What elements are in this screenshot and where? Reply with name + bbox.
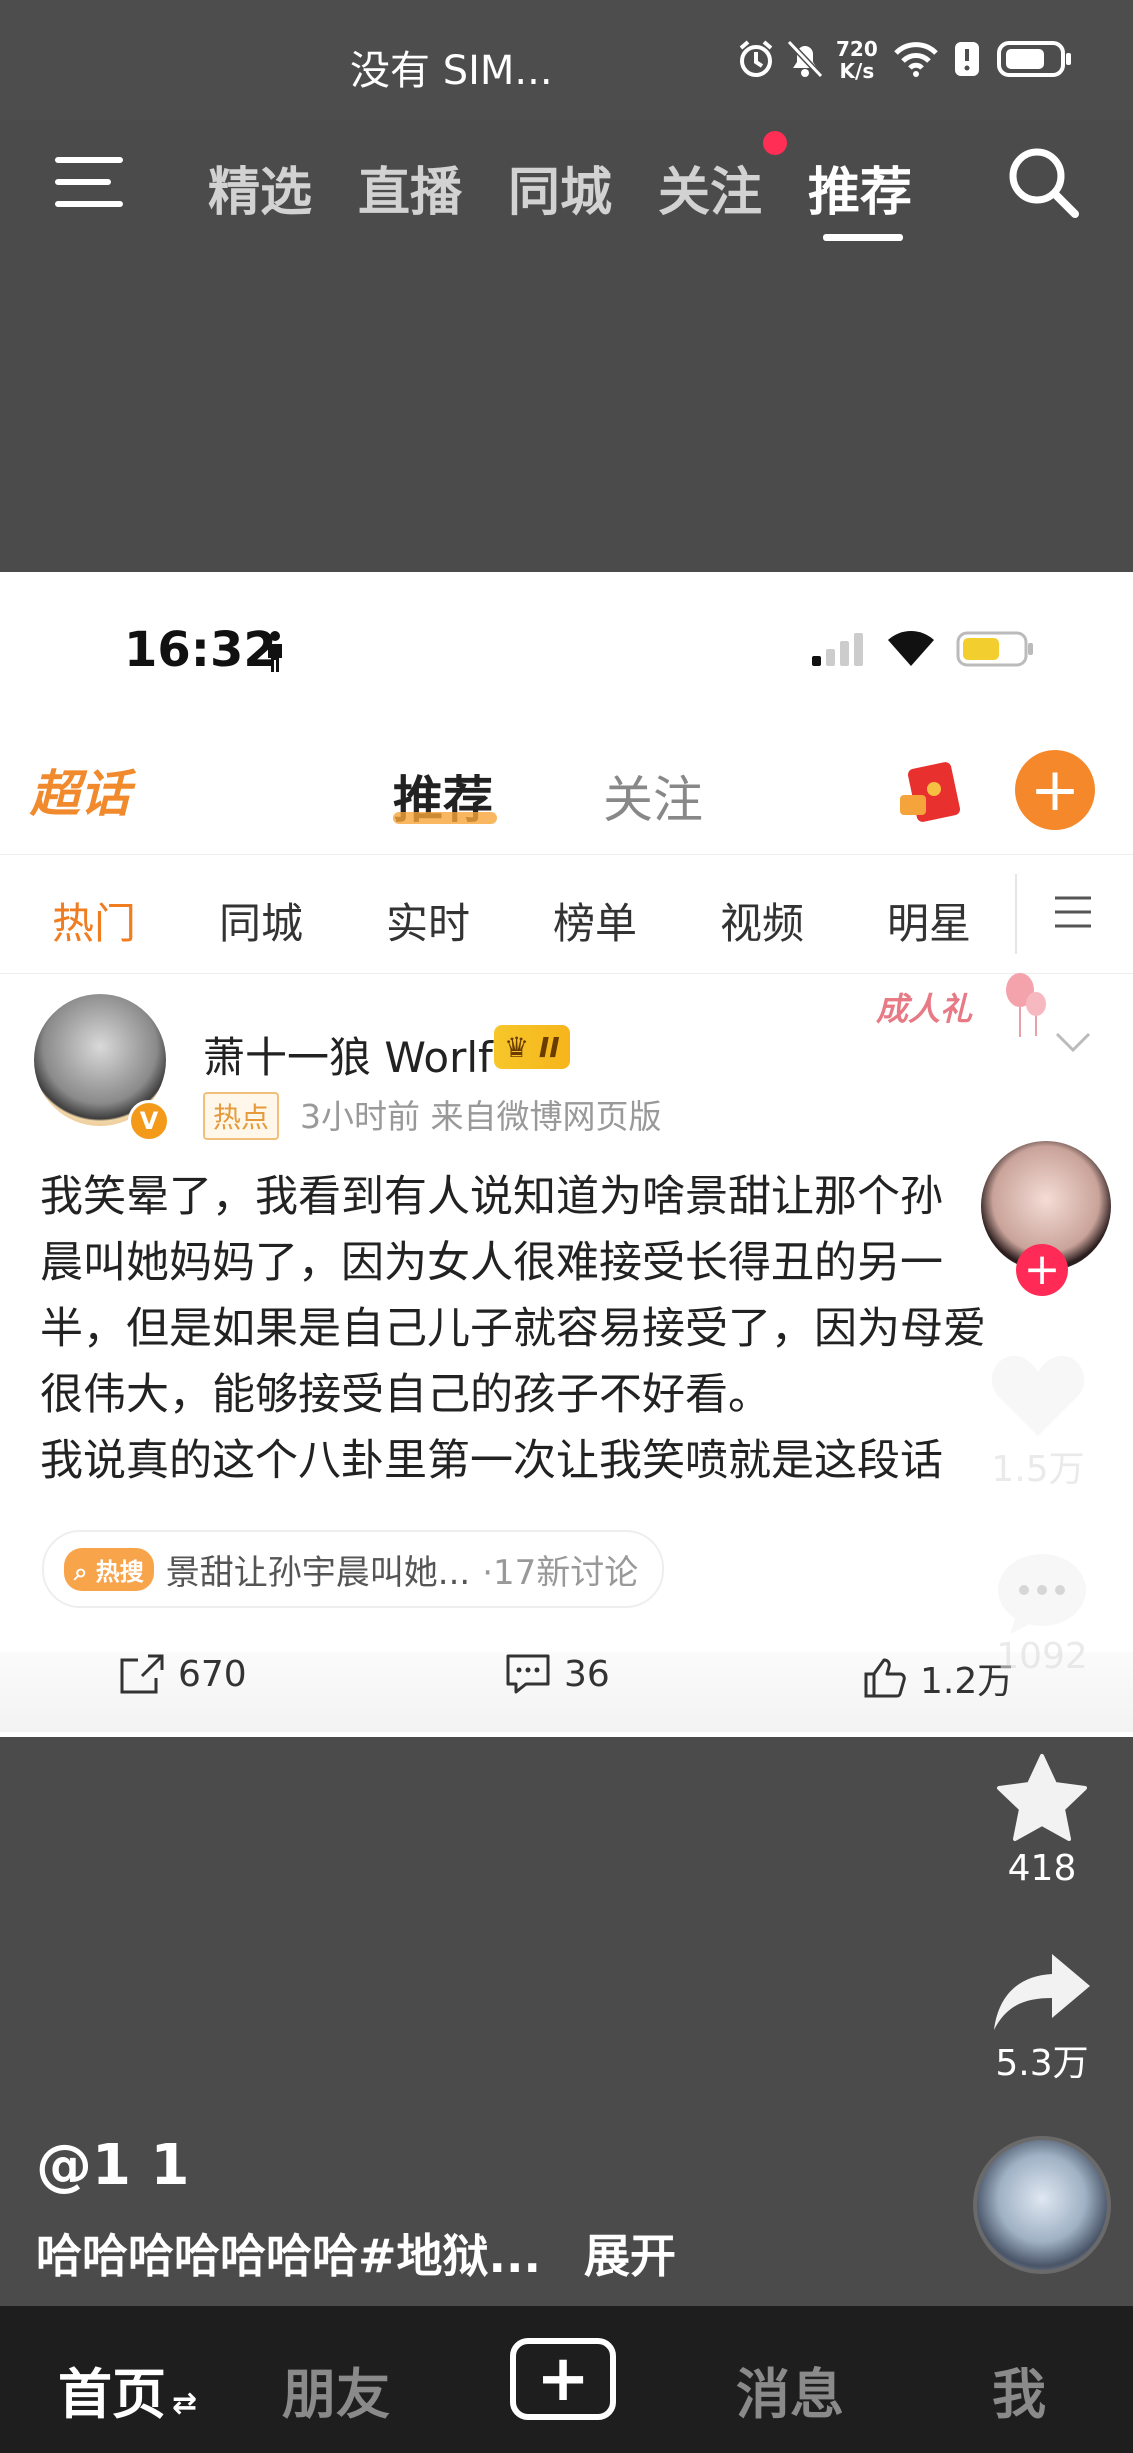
post-line: 半，但是如果是自己儿子就容易接受了，因为母爱 xyxy=(40,1304,986,1354)
post-line: 很伟大，能够接受自己的孩子不好看。 xyxy=(40,1370,771,1420)
trending-topic-pill[interactable]: ⌕ 热搜 景甜让孙宇晨叫她... ·17新讨论 xyxy=(42,1530,665,1608)
network-speed: 720 K/s xyxy=(836,38,878,82)
thumbs-up-icon xyxy=(864,1658,906,1698)
favorite-action[interactable]: 418 xyxy=(992,1752,1092,1889)
topic-title: 景甜让孙宇晨叫她... xyxy=(165,1552,471,1593)
repost-button[interactable]: 670 xyxy=(118,1652,247,1696)
wifi-icon xyxy=(892,32,940,86)
tab-follow[interactable]: 关注 xyxy=(603,760,703,832)
post-meta: 3小时前 来自微博网页版 xyxy=(300,1097,662,1136)
video-caption: 哈哈哈哈哈哈哈#地狱... xyxy=(36,2229,541,2283)
nav-home[interactable]: 首页 ⇄ xyxy=(58,2350,197,2429)
comment-bubble-icon xyxy=(998,1554,1086,1634)
like-button[interactable]: 1.2万 xyxy=(862,1652,1013,1704)
post-line: 晨叫她妈妈了，因为女人很难接受长得丑的另一 xyxy=(40,1238,943,1288)
chaohua-logo[interactable]: 超话 xyxy=(30,754,130,826)
category-video[interactable]: 视频 xyxy=(720,890,804,951)
person-icon xyxy=(264,630,286,678)
category-hot[interactable]: 热门 xyxy=(52,890,136,951)
balloon-icon xyxy=(1000,970,1050,1044)
embedded-screenshot: 16:32 超话 推荐 关注 + 热门 同城 实时 榜单 视频 明星 V 萧十一… xyxy=(0,572,1133,1737)
post-line: 我笑晕了，我看到有人说知道为啥景甜让那个孙 xyxy=(40,1172,943,1222)
topic-discussion-count: ·17新讨论 xyxy=(482,1552,639,1593)
music-disc-avatar[interactable] xyxy=(973,2136,1111,2274)
hot-tag: 热点 xyxy=(203,1092,280,1140)
chevron-down-icon[interactable] xyxy=(1055,1032,1091,1058)
crown-icon: ♛ xyxy=(504,1030,539,1064)
nav-me[interactable]: 我 xyxy=(992,2350,1046,2429)
menu-icon[interactable] xyxy=(54,154,124,214)
comment-action[interactable]: 1092 xyxy=(994,1550,1090,1677)
comment-icon xyxy=(506,1654,550,1694)
coming-of-age-sticker: 成人礼 xyxy=(876,990,973,1028)
mute-bell-icon xyxy=(785,32,825,86)
like-count: 1.5万 xyxy=(991,1449,1085,1490)
vip-crown-badge: ♛ II xyxy=(494,1025,570,1069)
red-packet-icon[interactable] xyxy=(898,759,961,822)
category-local[interactable]: 同城 xyxy=(219,890,303,951)
tab-live[interactable]: 直播 xyxy=(358,150,462,225)
heart-icon xyxy=(991,1355,1085,1436)
vip-level: II xyxy=(538,1030,560,1064)
search-icon[interactable] xyxy=(1005,144,1081,224)
compose-button[interactable]: + xyxy=(1015,750,1095,830)
tab-following[interactable]: 关注 xyxy=(658,150,762,225)
video-author[interactable]: @1 1 xyxy=(36,2133,189,2198)
trending-badge: ⌕ 热搜 xyxy=(64,1547,154,1591)
share-icon xyxy=(120,1654,164,1694)
expand-caption-button[interactable]: 展开 xyxy=(584,2220,676,2286)
share-arrow-icon xyxy=(994,1954,1090,2030)
verified-icon: V xyxy=(128,1100,170,1142)
share-count: 5.3万 xyxy=(995,2043,1089,2084)
active-tab-indicator xyxy=(393,812,497,824)
inner-clock: 16:32 xyxy=(124,622,277,678)
network-speed-unit: K/s xyxy=(839,59,875,83)
notification-dot xyxy=(763,131,787,155)
nav-messages[interactable]: 消息 xyxy=(736,2350,844,2429)
divider xyxy=(1015,874,1017,954)
favorite-count: 418 xyxy=(1007,1848,1077,1889)
signal-icon xyxy=(810,632,866,672)
username[interactable]: 萧十一狼 Worlf xyxy=(203,1024,493,1085)
trending-badge-label: 热搜 xyxy=(95,1557,144,1586)
tab-featured[interactable]: 精选 xyxy=(208,150,312,225)
nav-friends[interactable]: 朋友 xyxy=(282,2350,390,2429)
tab-recommended[interactable]: 推荐 xyxy=(808,150,912,225)
create-button[interactable]: + xyxy=(510,2338,616,2420)
category-menu-icon[interactable] xyxy=(1053,894,1093,934)
category-realtime[interactable]: 实时 xyxy=(386,890,470,951)
wifi-icon xyxy=(886,628,936,672)
comment-count: 1092 xyxy=(996,1636,1088,1677)
active-tab-indicator xyxy=(823,234,903,241)
switch-arrows-icon: ⇄ xyxy=(172,2386,198,2421)
carrier-label: 没有 SIM... xyxy=(350,48,553,94)
repost-count: 670 xyxy=(178,1653,247,1695)
comment-button[interactable]: 36 xyxy=(504,1652,610,1696)
post-text: 我笑晕了，我看到有人说知道为啥景甜让那个孙 晨叫她妈妈了，因为女人很难接受长得丑… xyxy=(40,1164,1010,1494)
follow-plus-button[interactable]: + xyxy=(1016,1244,1068,1296)
comment-count: 36 xyxy=(564,1653,610,1695)
battery-icon xyxy=(996,32,1074,86)
category-rankings[interactable]: 榜单 xyxy=(553,890,637,951)
share-action[interactable]: 5.3万 xyxy=(990,1950,1094,2086)
battery-saver-icon xyxy=(952,32,982,86)
post-line: 我说真的这个八卦里第一次让我笑喷就是这段话 xyxy=(40,1436,943,1486)
star-icon xyxy=(997,1754,1087,1841)
tab-nearby[interactable]: 同城 xyxy=(508,150,612,225)
nav-home-label: 首页 xyxy=(58,2363,166,2426)
like-action[interactable]: 1.5万 xyxy=(988,1350,1088,1492)
category-stars[interactable]: 明星 xyxy=(887,890,971,951)
network-speed-value: 720 xyxy=(836,37,878,61)
battery-icon xyxy=(956,630,1036,672)
alarm-icon xyxy=(735,32,777,86)
